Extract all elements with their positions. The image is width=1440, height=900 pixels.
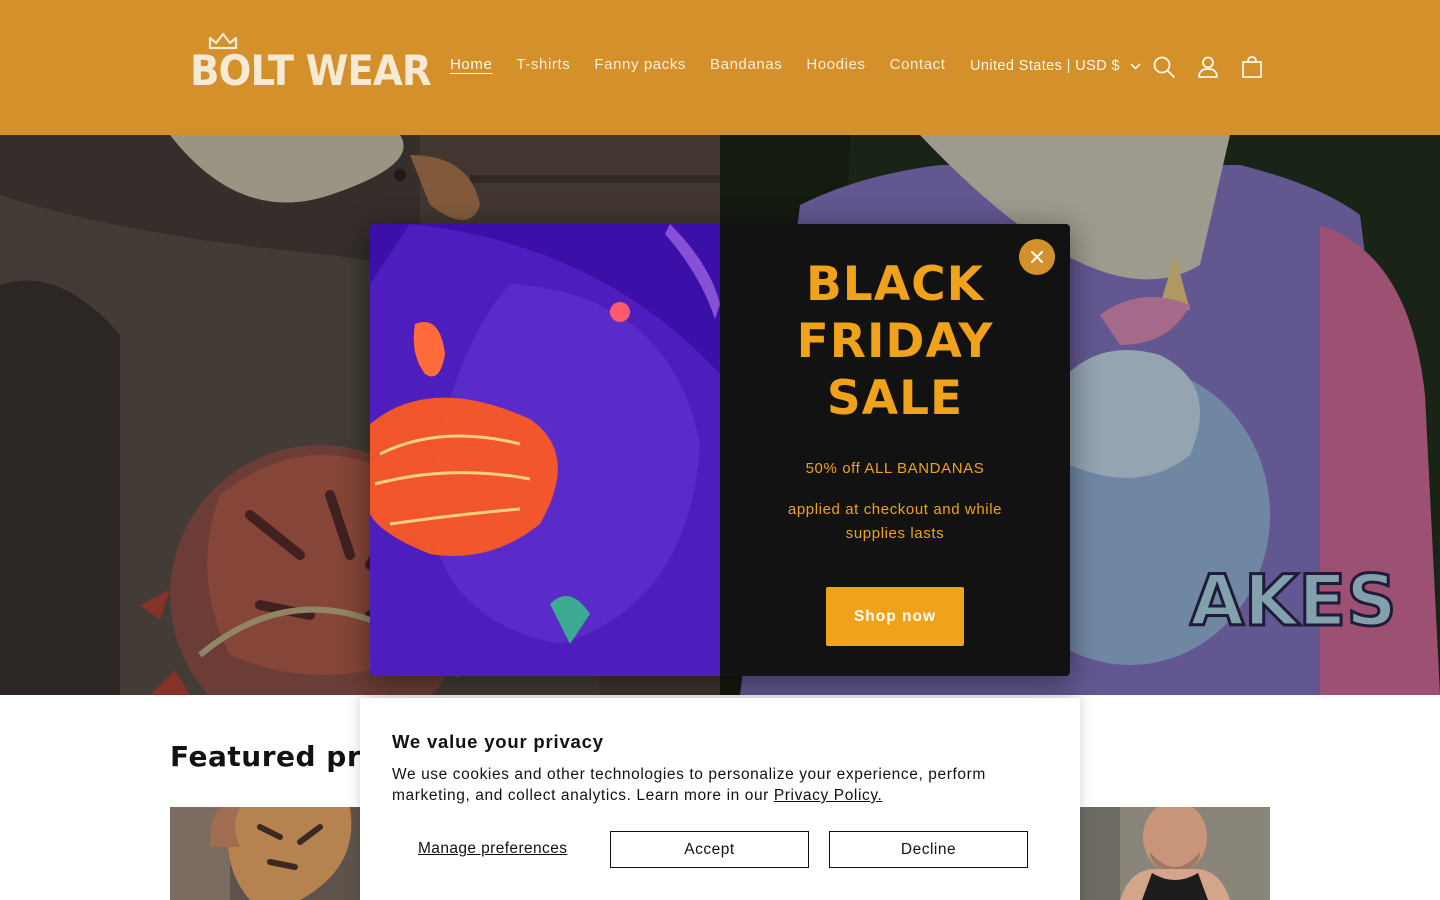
accept-button[interactable]: Accept [610,831,809,868]
cookie-title: We value your privacy [392,731,604,752]
popup-close-button[interactable] [1019,239,1055,275]
site-header: BOLT WEAR Home T-shirts Fanny packs Band… [0,0,1440,135]
nav-fanny-packs[interactable]: Fanny packs [582,54,698,75]
nav-tshirts[interactable]: T-shirts [504,54,582,75]
manage-preferences-button[interactable]: Manage preferences [418,840,567,858]
logo-text: BOLT WEAR [190,46,432,95]
product-card-tiger-mask[interactable] [170,807,360,900]
product-card-tank-top[interactable] [1080,807,1270,900]
tiger-mask-product-image [170,807,360,900]
chevron-down-icon [1130,62,1141,70]
currency-selector[interactable]: United States | USD $ [970,58,1141,74]
privacy-policy-link[interactable]: Privacy Policy. [774,787,883,804]
cookie-description: We use cookies and other technologies to… [392,764,1052,806]
currency-label: United States | USD $ [970,58,1120,74]
decline-button[interactable]: Decline [829,831,1028,868]
shop-now-button[interactable]: Shop now [826,587,964,646]
nav-hoodies[interactable]: Hoodies [794,54,877,75]
cart-icon[interactable] [1239,54,1265,80]
popup-image-glowing-bandana [370,224,720,676]
popup-content: BLACK FRIDAY SALE 50% off ALL BANDANAS a… [720,224,1070,676]
popup-note: applied at checkout and while supplies l… [787,501,1003,542]
search-icon[interactable] [1151,54,1177,80]
close-icon [1031,251,1043,263]
cookie-text: We use cookies and other technologies to… [392,766,986,804]
nav-contact[interactable]: Contact [878,54,958,75]
brand-logo[interactable]: BOLT WEAR [190,32,432,96]
nav-bandanas[interactable]: Bandanas [698,54,794,75]
nav-home[interactable]: Home [438,54,504,75]
popup-title: BLACK FRIDAY SALE [796,257,994,426]
account-icon[interactable] [1195,54,1221,80]
main-nav: Home T-shirts Fanny packs Bandanas Hoodi… [438,54,958,75]
black-friday-popup: BLACK FRIDAY SALE 50% off ALL BANDANAS a… [370,224,1070,676]
tank-top-product-image [1080,807,1270,900]
glowing-bandana-illustration [370,224,720,676]
featured-products-title: Featured pro [170,740,381,773]
popup-offer: 50% off ALL BANDANAS [805,460,985,477]
cookie-banner: We value your privacy We use cookies and… [360,698,1080,900]
